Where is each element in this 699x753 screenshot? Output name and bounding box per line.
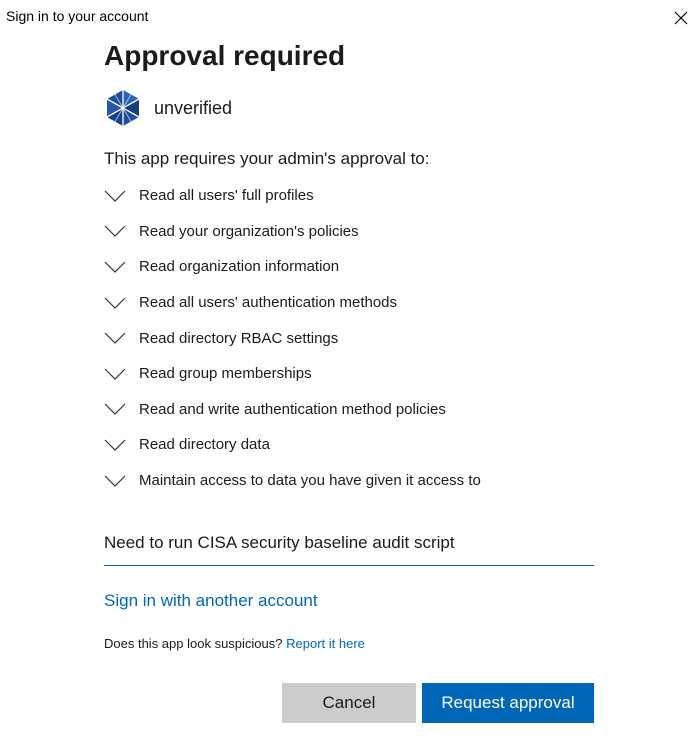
permission-item[interactable]: Read your organization's policies: [104, 214, 481, 250]
permission-item[interactable]: Read all users' full profiles: [104, 178, 481, 214]
permission-item[interactable]: Read group memberships: [104, 356, 481, 392]
permission-label: Read group memberships: [139, 365, 312, 383]
permission-item[interactable]: Read and write authentication method pol…: [104, 392, 481, 428]
app-logo-icon: [106, 90, 140, 126]
chevron-down-icon: [104, 225, 126, 238]
permission-label: Read all users' full profiles: [139, 187, 314, 205]
chevron-down-icon: [104, 475, 126, 487]
page-title: Approval required: [104, 40, 346, 71]
chevron-down-icon: [104, 297, 126, 309]
permission-list: Read all users' full profiles Read your …: [104, 178, 481, 498]
cancel-button[interactable]: Cancel: [282, 683, 416, 723]
permission-item[interactable]: Read all users' authentication methods: [104, 285, 481, 321]
permission-label: Read directory data: [139, 436, 270, 454]
report-link[interactable]: Report it here: [286, 636, 365, 651]
suspicious-prompt: Does this app look suspicious? Report it…: [104, 636, 365, 651]
chevron-down-icon: [104, 332, 126, 345]
app-identity: unverified: [104, 88, 232, 128]
permission-item[interactable]: Read directory RBAC settings: [104, 320, 481, 356]
permission-label: Read your organization's policies: [139, 222, 359, 240]
suspicious-text: Does this app look suspicious?: [104, 636, 283, 651]
chevron-down-icon: [104, 368, 126, 380]
chevron-down-icon: [104, 439, 126, 451]
permissions-intro: This app requires your admin's approval …: [104, 149, 430, 168]
permission-label: Read and write authentication method pol…: [139, 400, 446, 418]
request-approval-button[interactable]: Request approval: [422, 683, 594, 723]
permission-label: Read all users' authentication methods: [139, 294, 398, 312]
chevron-down-icon: [104, 190, 126, 202]
permission-item[interactable]: Read directory data: [104, 427, 481, 463]
permission-label: Read organization information: [139, 258, 340, 276]
other-account-link[interactable]: Sign in with another account: [104, 591, 318, 611]
permission-item[interactable]: Read organization information: [104, 249, 481, 285]
sign-in-window: Sign in to your account Approval require…: [0, 0, 699, 753]
close-icon[interactable]: [669, 6, 693, 30]
approval-panel: Approval required unverified This app re…: [104, 38, 596, 723]
permission-label: Maintain access to data you have given i…: [139, 472, 481, 490]
chevron-down-icon: [104, 403, 126, 416]
permission-item[interactable]: Maintain access to data you have given i…: [104, 463, 481, 499]
justification-input[interactable]: [104, 520, 594, 566]
permission-label: Read directory RBAC settings: [139, 329, 339, 347]
app-name: unverified: [154, 97, 233, 118]
window-title: Sign in to your account: [6, 8, 149, 24]
chevron-down-icon: [104, 261, 126, 273]
